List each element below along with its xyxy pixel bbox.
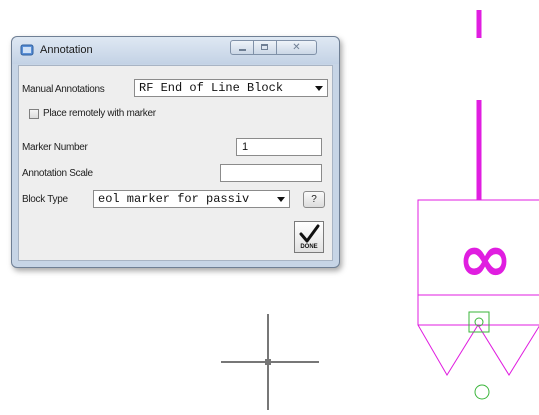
dialog-titlebar[interactable]: Annotation ✕ [12,37,339,64]
minimize-button[interactable] [230,40,254,55]
chevron-down-icon [315,86,323,91]
close-icon: ✕ [292,42,301,53]
block-type-value: eol marker for passiv [98,192,250,206]
manual-annotations-dropdown[interactable]: RF End of Line Block [134,79,328,97]
annotation-scale-field[interactable] [220,164,322,182]
minimize-icon [239,49,246,51]
maximize-button[interactable] [254,40,277,55]
marker-number-field[interactable]: 1 [236,138,322,156]
snap-point-circle-icon[interactable] [474,384,490,400]
done-label: DONE [300,244,318,250]
infinity-symbol: ∞ [458,220,513,297]
manual-annotations-label: Manual Annotations [22,84,105,95]
close-button[interactable]: ✕ [277,40,317,55]
app-icon [20,44,34,56]
snap-marker-icon[interactable] [468,311,490,333]
manual-annotations-value: RF End of Line Block [139,81,284,95]
crosshair-cursor-icon [221,314,319,410]
maximize-icon [261,44,268,50]
block-type-label: Block Type [22,194,68,205]
place-remotely-label: Place remotely with marker [43,108,156,119]
cad-canvas[interactable]: ∞ Annotation ✕ Manual Annotations RF End… [0,0,539,415]
chevron-down-icon [277,197,285,202]
dialog-title: Annotation [40,44,93,56]
help-button[interactable]: ? [303,191,325,208]
annotation-dialog[interactable]: Annotation ✕ Manual Annotations RF End o… [11,36,340,268]
dialog-content: Manual Annotations RF End of Line Block … [18,65,333,261]
marker-number-label: Marker Number [22,142,88,153]
done-button[interactable]: DONE [294,221,324,253]
checkmark-icon [299,224,320,243]
block-type-dropdown[interactable]: eol marker for passiv [93,190,290,208]
annotation-scale-label: Annotation Scale [22,168,93,179]
place-remotely-checkbox[interactable] [29,109,39,119]
